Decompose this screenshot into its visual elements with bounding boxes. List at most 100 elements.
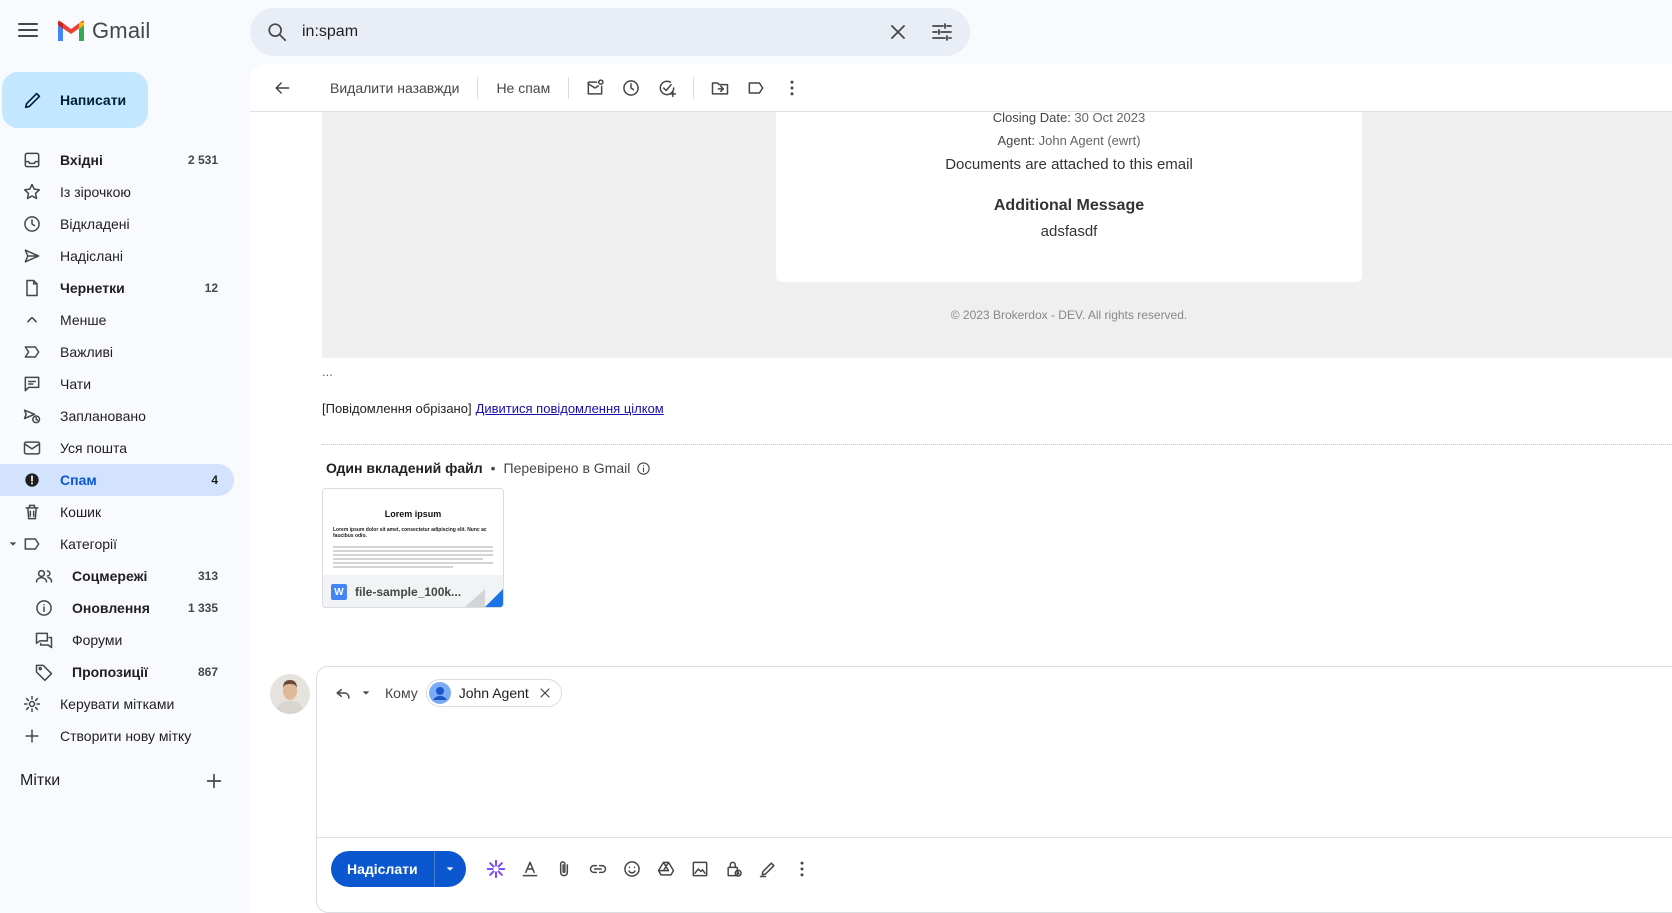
clock-icon bbox=[24, 216, 40, 232]
view-full-message-link[interactable]: Дивитися повідомлення цілком bbox=[476, 401, 664, 416]
drive-icon bbox=[657, 861, 674, 876]
sidebar-item-spam[interactable]: Спам 4 bbox=[0, 464, 234, 496]
attachment-file-name: file-sample_100k... bbox=[355, 585, 462, 599]
back-button[interactable] bbox=[264, 70, 300, 106]
composer-divider bbox=[317, 837, 1672, 838]
sidebar-item-updates[interactable]: Оновлення 1 335 bbox=[0, 592, 234, 624]
sidebar-item-trash[interactable]: Кошик bbox=[0, 496, 234, 528]
move-to-button[interactable] bbox=[702, 70, 738, 106]
sidebar-item-forums[interactable]: Форуми bbox=[0, 624, 234, 656]
main-menu-button[interactable] bbox=[16, 18, 40, 42]
toolbar-divider bbox=[568, 76, 570, 99]
mark-unread-icon bbox=[587, 78, 604, 95]
info-icon[interactable] bbox=[636, 461, 651, 476]
send-button-group: Надіслати bbox=[331, 851, 466, 887]
insert-photo-button[interactable] bbox=[688, 857, 712, 881]
word-doc-icon: W bbox=[331, 584, 347, 600]
text-format-icon bbox=[522, 861, 538, 877]
attachment-card[interactable]: Lorem ipsum Lorem ipsum dolor sit amet, … bbox=[322, 488, 504, 608]
paperclip-icon bbox=[559, 861, 568, 877]
plus-icon bbox=[25, 729, 39, 743]
gear-icon bbox=[23, 695, 41, 713]
hamburger-icon bbox=[18, 23, 38, 37]
search-options-button[interactable] bbox=[930, 20, 954, 44]
preview-text-lines bbox=[333, 546, 493, 568]
mark-unread-button[interactable] bbox=[577, 70, 613, 106]
more-compose-options-button[interactable] bbox=[790, 857, 814, 881]
truncated-notice: [Повідомлення обрізано] Дивитися повідомл… bbox=[322, 401, 664, 416]
search-icon[interactable] bbox=[266, 21, 288, 43]
labels-button[interactable] bbox=[738, 70, 774, 106]
send-button[interactable]: Надіслати bbox=[331, 851, 434, 887]
more-options-button[interactable] bbox=[774, 70, 810, 106]
sidebar-item-less[interactable]: Менше bbox=[0, 304, 234, 336]
contact-avatar-icon bbox=[428, 682, 451, 704]
people-icon bbox=[35, 569, 53, 583]
user-photo-icon bbox=[270, 674, 310, 714]
add-label-icon[interactable] bbox=[203, 770, 225, 792]
send-options-button[interactable] bbox=[433, 851, 466, 887]
forum-icon bbox=[35, 632, 53, 649]
additional-message-body: adsfasdf bbox=[1040, 223, 1098, 240]
add-task-icon bbox=[659, 80, 677, 97]
app-title: Gmail bbox=[92, 18, 151, 43]
delete-forever-button[interactable]: Видалити назавжди bbox=[320, 70, 469, 106]
help-me-write-button[interactable] bbox=[484, 857, 508, 881]
star-icon bbox=[23, 183, 41, 200]
attach-files-button[interactable] bbox=[552, 857, 576, 881]
sidebar-item-promotions[interactable]: Пропозиції 867 bbox=[0, 656, 234, 688]
search-bar[interactable] bbox=[250, 8, 970, 56]
label-icon bbox=[24, 538, 40, 550]
chat-icon bbox=[24, 376, 40, 392]
scheduled-send-icon bbox=[23, 409, 41, 424]
sidebar-item-all-mail[interactable]: Уся пошта bbox=[0, 432, 234, 464]
sidebar-item-manage-labels[interactable]: Керувати мітками bbox=[0, 688, 234, 720]
sidebar-item-drafts[interactable]: Чернетки 12 bbox=[0, 272, 234, 304]
clear-search-button[interactable] bbox=[886, 20, 910, 44]
closing-date-line: Closing Date: 30 Oct 2023 bbox=[992, 110, 1146, 125]
avatar[interactable] bbox=[270, 674, 310, 714]
insert-emoji-button[interactable] bbox=[620, 857, 644, 881]
compose-button[interactable]: Написати bbox=[2, 72, 148, 128]
clock-icon bbox=[623, 79, 640, 96]
recipient-chip[interactable]: John Agent bbox=[425, 679, 562, 707]
composer-toolbar: Надіслати bbox=[331, 851, 814, 887]
insert-link-button[interactable] bbox=[586, 857, 610, 881]
sidebar-item-inbox[interactable]: Вхідні 2 531 bbox=[0, 144, 234, 176]
caret-down-icon bbox=[9, 542, 17, 546]
email-card: Closing Date: 30 Oct 2023 Agent: John Ag… bbox=[776, 110, 1362, 282]
pencil-icon bbox=[24, 92, 41, 109]
sidebar-item-chats[interactable]: Чати bbox=[0, 368, 234, 400]
remove-recipient-icon[interactable] bbox=[537, 685, 553, 701]
caret-down-icon[interactable] bbox=[361, 688, 371, 698]
search-input[interactable] bbox=[302, 23, 866, 41]
sidebar-item-important[interactable]: Важливі bbox=[0, 336, 234, 368]
insert-drive-button[interactable] bbox=[654, 857, 678, 881]
sidebar-item-starred[interactable]: Із зірочкою bbox=[0, 176, 234, 208]
reply-header: Кому John Agent bbox=[333, 679, 562, 707]
sparkle-icon bbox=[486, 859, 505, 879]
draft-icon bbox=[26, 279, 38, 297]
agent-line: Agent: John Agent (ewrt) bbox=[997, 133, 1141, 148]
insert-signature-button[interactable] bbox=[756, 857, 780, 881]
reply-icon[interactable] bbox=[333, 683, 353, 703]
sidebar-item-scheduled[interactable]: Заплановано bbox=[0, 400, 234, 432]
add-to-tasks-button[interactable] bbox=[649, 70, 685, 106]
confidential-mode-button[interactable] bbox=[722, 857, 746, 881]
sidebar-item-social[interactable]: Соцмережі 313 bbox=[0, 560, 234, 592]
email-footer: © 2023 Brokerdox - DEV. All rights reser… bbox=[950, 308, 1188, 322]
sidebar-item-categories[interactable]: Категорії bbox=[0, 528, 234, 560]
labels-header: Мітки bbox=[20, 770, 225, 792]
send-icon bbox=[24, 249, 40, 263]
gmail-logo[interactable]: Gmail bbox=[56, 18, 150, 44]
sidebar: Вхідні 2 531 Із зірочкою Відкладені Наді… bbox=[0, 144, 234, 752]
snooze-button[interactable] bbox=[613, 70, 649, 106]
not-spam-button[interactable]: Не спам bbox=[486, 70, 560, 106]
formatting-options-button[interactable] bbox=[518, 857, 542, 881]
inbox-icon bbox=[24, 152, 40, 168]
sidebar-item-sent[interactable]: Надіслані bbox=[0, 240, 234, 272]
trimmed-content-toggle[interactable]: ... bbox=[322, 364, 333, 379]
sidebar-item-snoozed[interactable]: Відкладені bbox=[0, 208, 234, 240]
sidebar-item-create-label[interactable]: Створити нову мітку bbox=[0, 720, 234, 752]
reply-composer: Кому John Agent K Надіслати bbox=[316, 666, 1672, 913]
